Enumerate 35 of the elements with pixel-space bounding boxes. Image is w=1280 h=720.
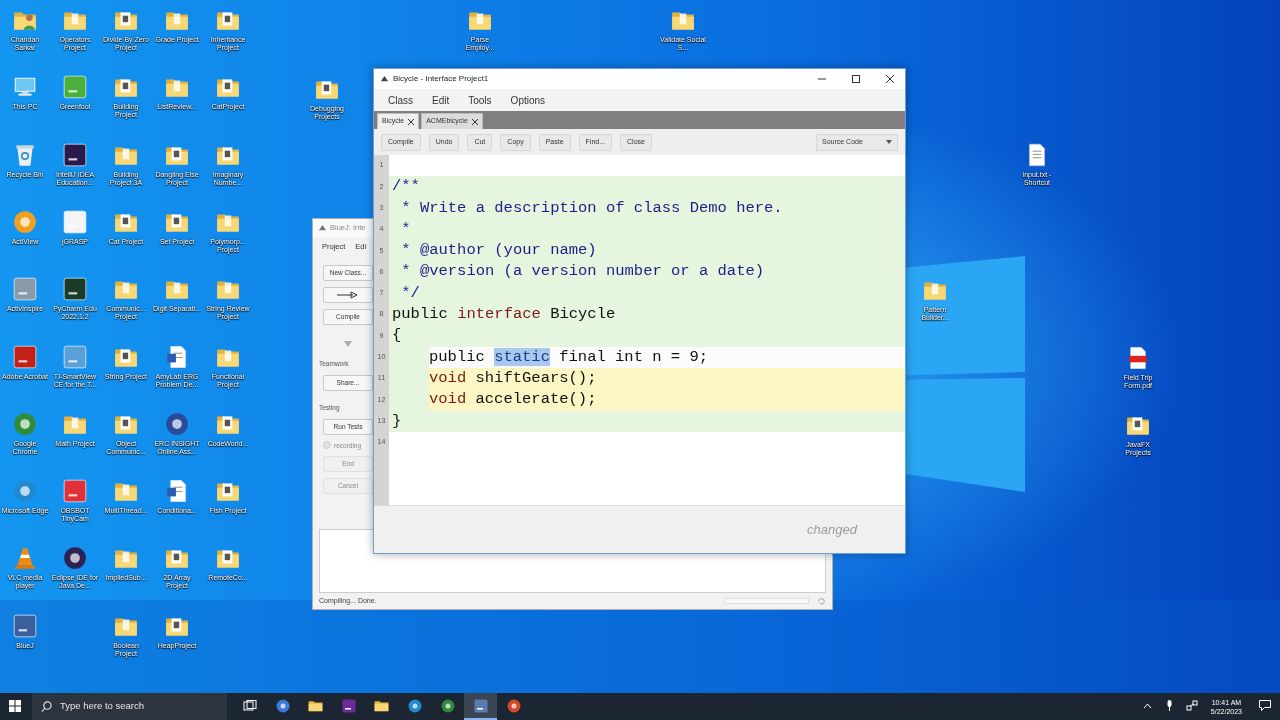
- search-icon: [41, 701, 52, 712]
- close-icon[interactable]: [471, 118, 478, 125]
- menu-item[interactable]: Tools: [468, 92, 492, 108]
- app-icon[interactable]: [506, 698, 521, 713]
- network-icon[interactable]: [1185, 700, 1198, 711]
- chevron-up-icon[interactable]: [1143, 702, 1153, 709]
- app-icon[interactable]: [275, 698, 290, 713]
- menu-item[interactable]: Edit: [432, 92, 450, 108]
- windows-start-icon[interactable]: [9, 699, 21, 712]
- menu-item[interactable]: Class: [388, 92, 413, 108]
- status-text: changed: [807, 520, 857, 539]
- task-view-icon[interactable]: [242, 699, 257, 712]
- maximize-icon[interactable]: [851, 74, 861, 84]
- app-icon[interactable]: [62, 276, 88, 303]
- app-icon[interactable]: [341, 698, 356, 713]
- arrow-icon: [336, 291, 360, 299]
- microphone-icon[interactable]: [1166, 700, 1174, 711]
- window-title: Bicycle - Interface Project1: [393, 73, 489, 85]
- folder-icon[interactable]: [374, 699, 389, 712]
- app-icon[interactable]: [473, 698, 488, 713]
- app-icon[interactable]: [440, 698, 455, 713]
- radio-button[interactable]: [323, 441, 331, 450]
- search-field[interactable]: Type here to search: [32, 693, 227, 720]
- round-app-icon[interactable]: [62, 545, 88, 572]
- caret-icon: [886, 140, 892, 144]
- folder-icon[interactable]: [308, 699, 323, 712]
- arrow-button[interactable]: [323, 287, 373, 303]
- app-icon[interactable]: [62, 141, 88, 168]
- app-icon[interactable]: [407, 698, 422, 713]
- close-icon[interactable]: [408, 118, 415, 125]
- close-icon[interactable]: [885, 74, 895, 84]
- menu-item[interactable]: Options: [510, 92, 546, 108]
- notification-icon[interactable]: [1259, 700, 1271, 711]
- round-app-icon[interactable]: [164, 410, 190, 437]
- traffic-cone-icon[interactable]: [12, 545, 38, 572]
